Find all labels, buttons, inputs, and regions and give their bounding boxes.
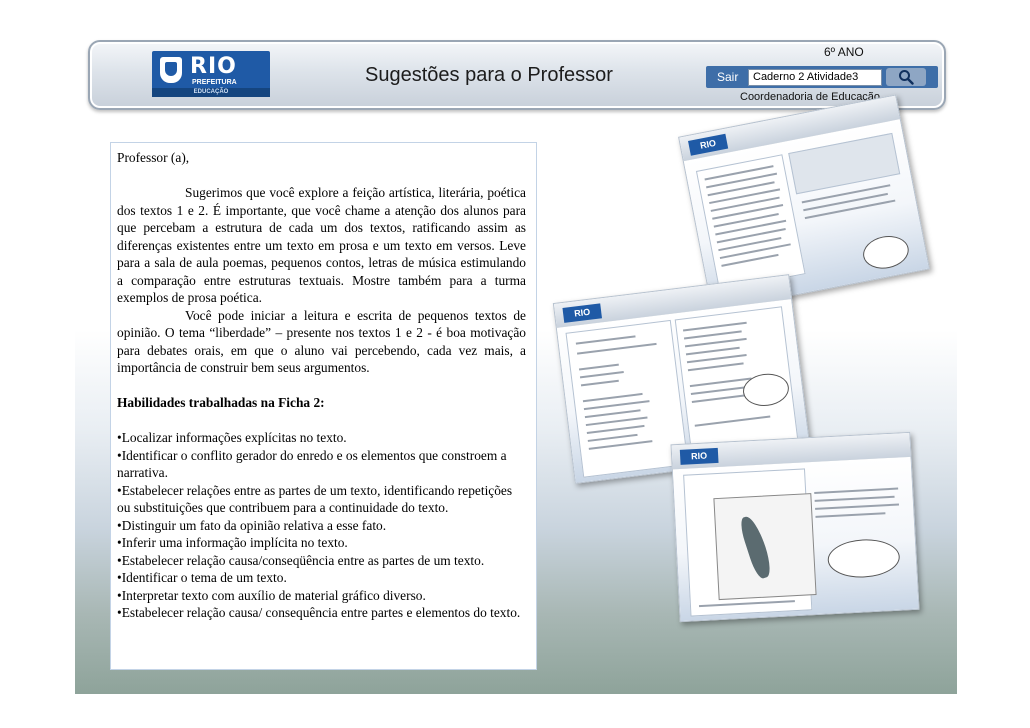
thumbnail-logo: RIO — [679, 447, 719, 465]
logo-text: RIO — [190, 54, 237, 79]
speech-bubble-icon — [826, 537, 901, 580]
skills-heading: Habilidades trabalhadas na Ficha 2: — [117, 395, 325, 410]
list-item: Identificar o conflito gerador do enredo… — [117, 447, 526, 482]
map-image — [713, 493, 817, 601]
thumbnail-body — [672, 456, 919, 622]
activity-screenshot-3: RIO — [670, 431, 920, 623]
list-item: Distinguir um fato da opinião relativa a… — [117, 517, 526, 535]
greeting: Professor (a), — [117, 150, 190, 165]
prefeitura-rio-logo: RIO PREFEITURA EDUCAÇÃO — [152, 51, 270, 97]
skills-list: Localizar informações explícitas no text… — [117, 429, 526, 622]
list-item: Inferir uma informação implícita no text… — [117, 534, 526, 552]
exit-button[interactable]: Sair — [717, 70, 738, 84]
paragraph-1: Sugerimos que você explore a feição artí… — [117, 185, 526, 305]
city-crest-icon — [160, 57, 182, 83]
list-item: Localizar informações explícitas no text… — [117, 429, 526, 447]
logo-subtext: PREFEITURA — [192, 79, 237, 86]
magnifier-icon — [899, 70, 914, 85]
thumbnail-logo: RIO — [562, 303, 603, 323]
text-panel — [695, 154, 806, 291]
speech-bubble-icon — [860, 232, 912, 273]
page-title: Sugestões para o Professor — [365, 64, 613, 86]
list-item: Estabelecer relação causa/ consequência … — [117, 604, 526, 622]
list-item: Identificar o tema de um texto. — [117, 569, 526, 587]
grade-label: 6º ANO — [824, 45, 864, 59]
list-item: Estabelecer relação causa/conseqüência e… — [117, 552, 526, 570]
logo-department: EDUCAÇÃO — [152, 88, 270, 97]
list-item: Estabelecer relações entre as partes de … — [117, 482, 526, 517]
header-bar: RIO PREFEITURA EDUCAÇÃO Sugestões para o… — [88, 40, 946, 110]
notebook-activity-field[interactable]: Caderno 2 Atividade3 — [748, 69, 882, 86]
list-item: Interpretar texto com auxílio de materia… — [117, 587, 526, 605]
thumbnail-logo: RIO — [688, 133, 729, 156]
navigation-strip: Sair Caderno 2 Atividade3 — [706, 66, 938, 88]
paragraph-2: Você pode iniciar a leitura e escrita de… — [117, 307, 526, 376]
search-button[interactable] — [886, 68, 926, 86]
teacher-suggestions-text: Professor (a), Sugerimos que você explor… — [110, 142, 537, 670]
map-panel — [683, 468, 817, 617]
